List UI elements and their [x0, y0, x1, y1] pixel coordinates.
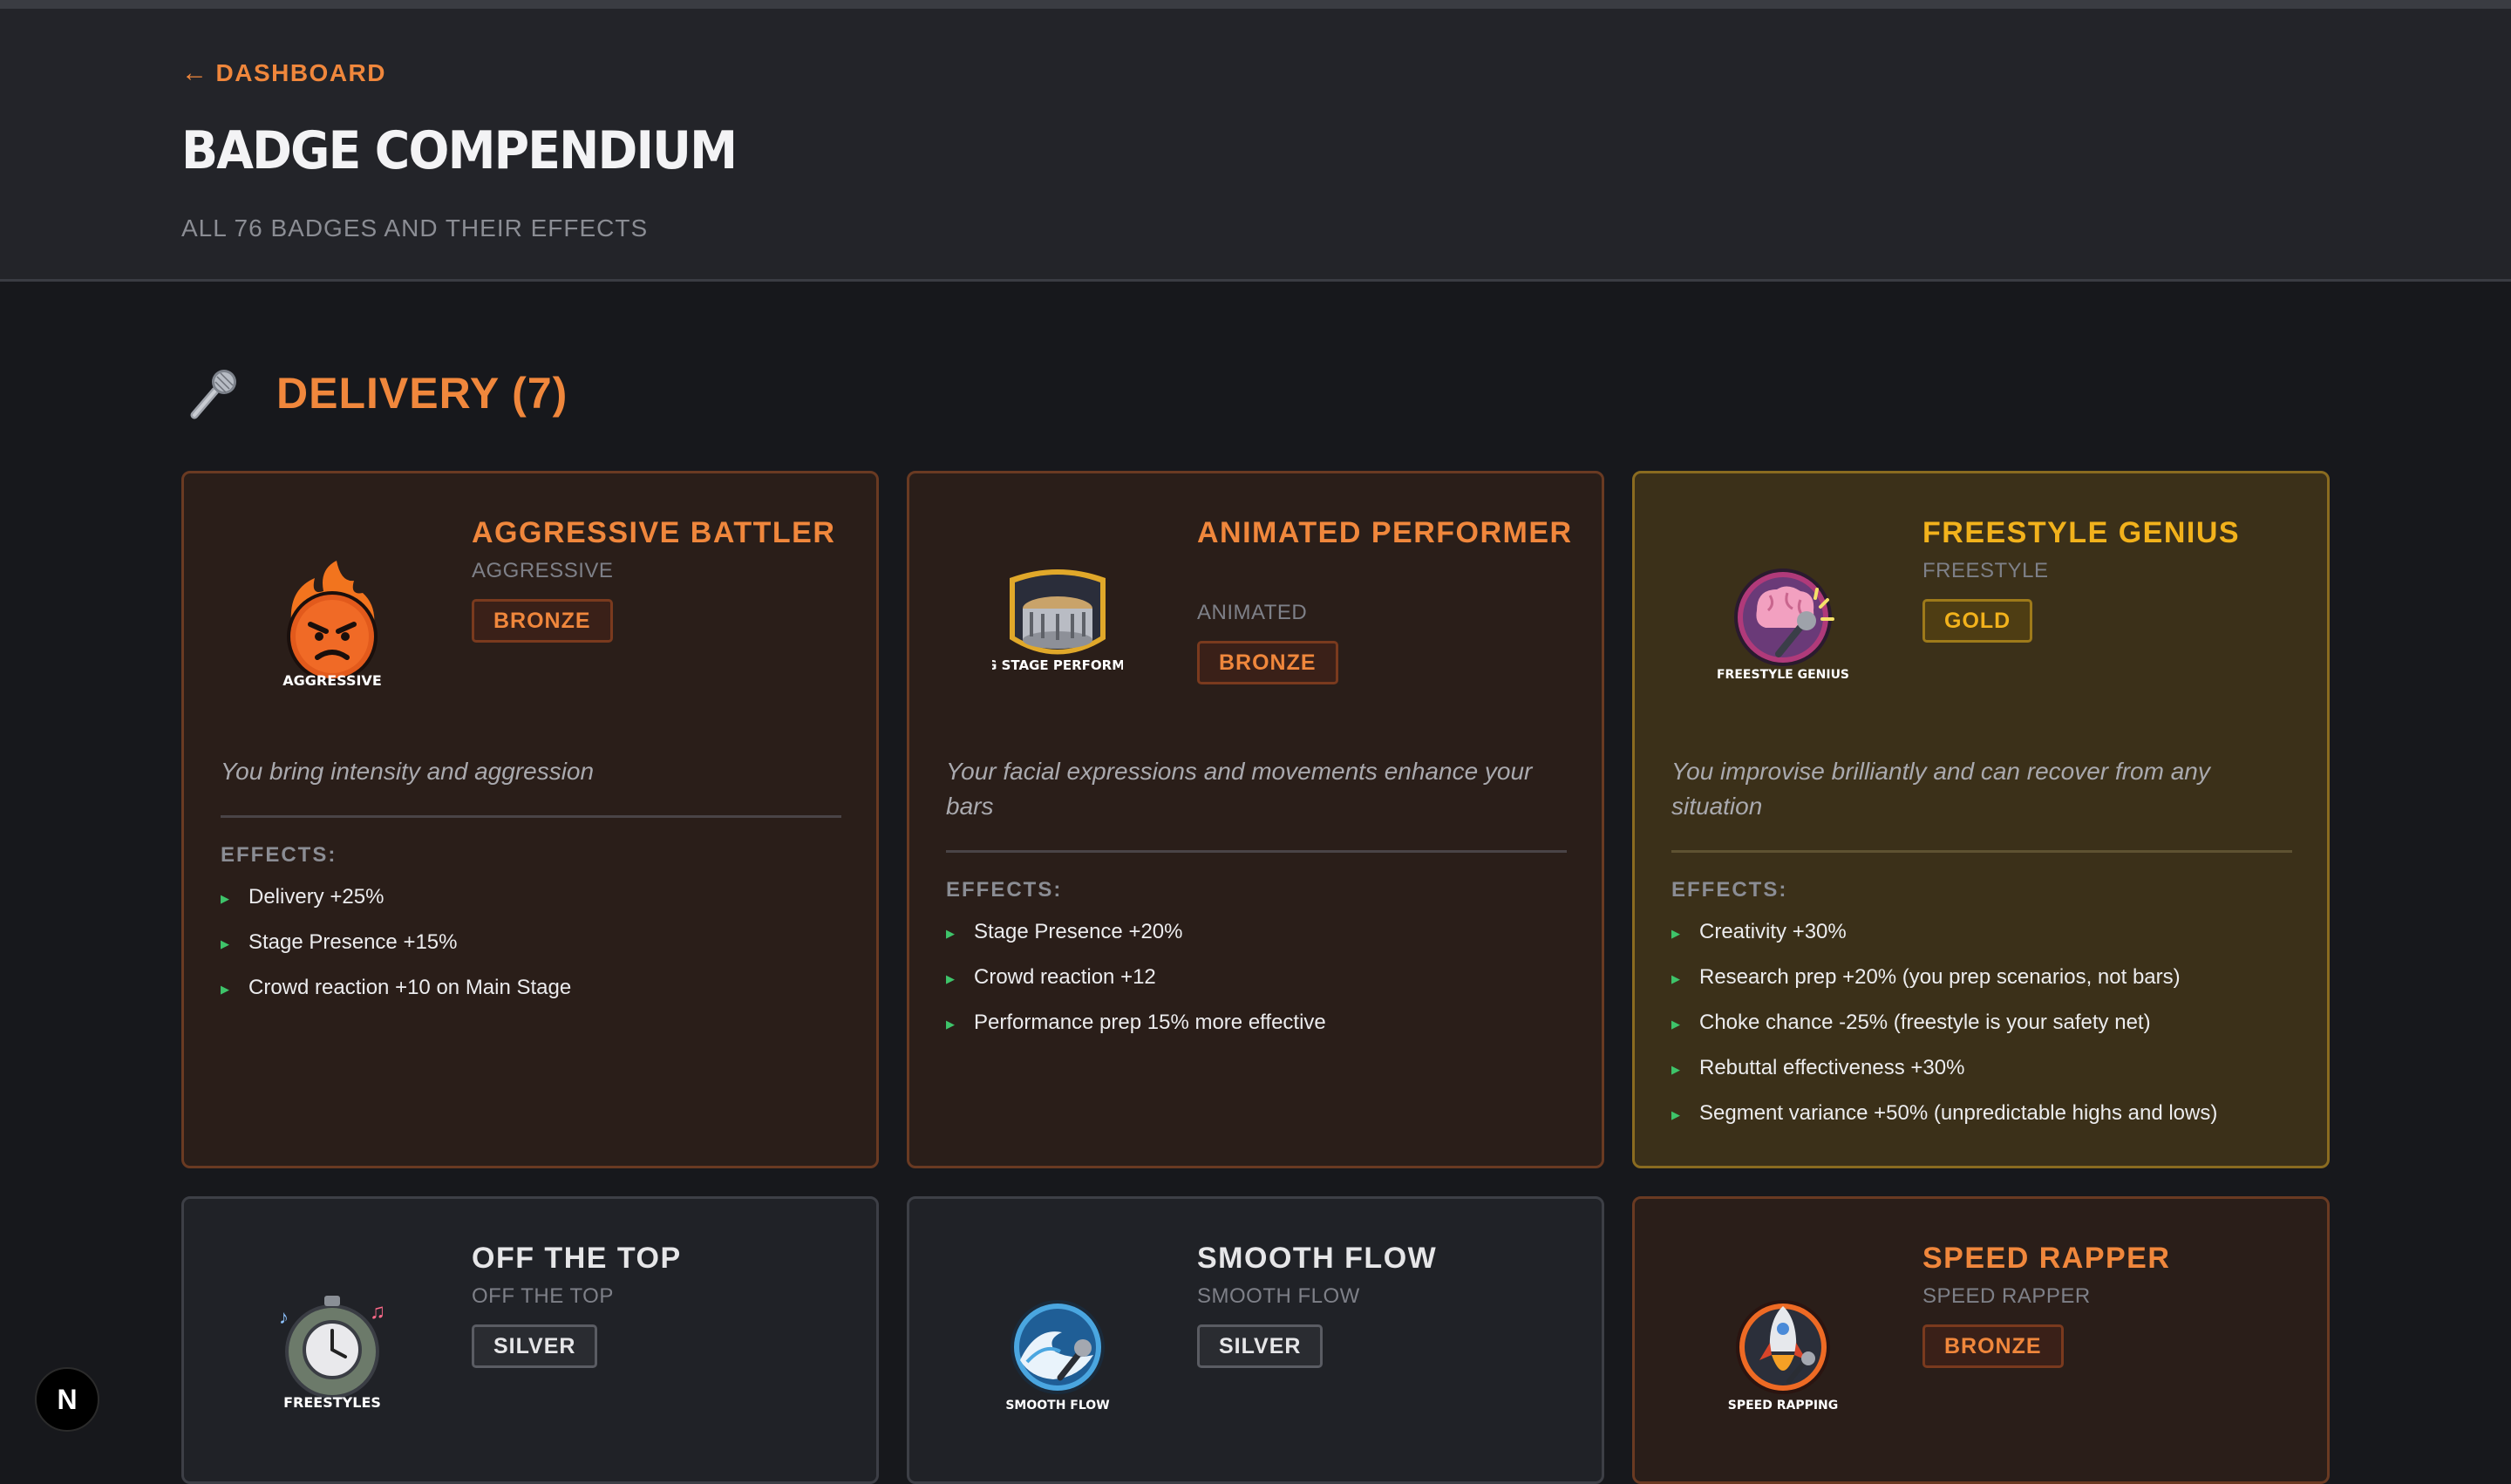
tier-badge: GOLD — [1922, 599, 2033, 643]
icon-caption: AGGRESSIVE — [282, 672, 382, 687]
icon-caption: FREESTYLE GENIUS — [1718, 668, 1848, 682]
bullet-triangle-icon: ▶ — [946, 1018, 955, 1031]
effect-item: ▶ Creativity +30% — [1671, 920, 1847, 943]
tier-badge: BRONZE — [1197, 641, 1338, 684]
effects-list: ▶ Stage Presence +20% ▶ Crowd reaction +12… — [946, 920, 1326, 1056]
svg-text:♪: ♪ — [279, 1306, 289, 1328]
back-label: DASHBOARD — [215, 59, 386, 86]
badge-name: ANIMATED PERFORMER — [1197, 516, 1573, 549]
bullet-triangle-icon: ▶ — [221, 983, 229, 996]
dev-tools-badge[interactable]: N — [35, 1367, 99, 1432]
section-title: DELIVERY (7) — [276, 369, 568, 418]
badge-key: SPEED RAPPER — [1922, 1284, 2091, 1308]
page-title: BADGE COMPENDIUM — [181, 120, 738, 181]
tier-badge: SILVER — [1197, 1324, 1324, 1368]
bullet-triangle-icon: ▶ — [946, 972, 955, 985]
svg-text:♫: ♫ — [370, 1300, 385, 1324]
badge-card-freestyle-genius[interactable]: FREESTYLE GENIUS FREESTYLE GENIUS FREEST… — [1632, 471, 2330, 1168]
tier-badge: SILVER — [472, 1324, 598, 1368]
bullet-triangle-icon: ▶ — [1671, 1018, 1680, 1031]
icon-caption: FREESTYLES — [283, 1394, 381, 1411]
microphone-icon — [190, 370, 236, 419]
effect-item: ▶ Stage Presence +20% — [946, 920, 1183, 943]
effect-item: ▶ Rebuttal effectiveness +30% — [1671, 1056, 1965, 1079]
badge-key: ANIMATED — [1197, 601, 1308, 624]
effects-label: EFFECTS: — [1671, 878, 1788, 902]
brain-microphone-icon: FREESTYLE GENIUS — [1718, 568, 1848, 682]
badge-description: You bring intensity and aggression — [221, 758, 595, 785]
effects-label: EFFECTS: — [221, 843, 337, 867]
bullet-triangle-icon: ▶ — [221, 892, 229, 905]
badge-key: AGGRESSIVE — [472, 559, 614, 582]
badge-name: FREESTYLE GENIUS — [1922, 516, 2241, 549]
bullet-triangle-icon: ▶ — [946, 927, 955, 940]
divider — [221, 815, 841, 818]
icon-caption: BIG STAGE PERFORMER — [992, 657, 1123, 673]
badge-name: AGGRESSIVE BATTLER — [472, 516, 836, 549]
tier-badge: BRONZE — [472, 599, 613, 643]
effect-item: ▶ Choke chance -25% (freestyle is your sa… — [1671, 1011, 2151, 1034]
badge-key: OFF THE TOP — [472, 1284, 614, 1308]
badge-card-aggressive-battler[interactable]: AGGRESSIVE AGGRESSIVE BATTLER AGGRESSIVE… — [181, 471, 879, 1168]
effect-item: ▶ Stage Presence +15% — [221, 930, 458, 954]
divider — [946, 850, 1567, 853]
bullet-triangle-icon: ▶ — [1671, 927, 1680, 940]
bullet-triangle-icon: ▶ — [221, 937, 229, 950]
divider — [1671, 850, 2292, 853]
effects-list: ▶ Creativity +30% ▶ Research prep +20% (yo… — [1671, 920, 2217, 1147]
rocket-microphone-icon: SPEED RAPPING — [1728, 1300, 1839, 1413]
angry-fire-face-icon: AGGRESSIVE — [282, 561, 382, 687]
page-header: ← DASHBOARD BADGE COMPENDIUM ALL 76 BADG… — [0, 9, 2511, 282]
wave-microphone-icon: SMOOTH FLOW — [1005, 1300, 1110, 1413]
effect-item: ▶ Performance prep 15% more effective — [946, 1011, 1326, 1034]
badge-card-animated-performer[interactable]: BIG STAGE PERFORMER ANIMATED PERFORMER A… — [907, 471, 1604, 1168]
badge-name: OFF THE TOP — [472, 1242, 682, 1275]
badge-key: SMOOTH FLOW — [1197, 1284, 1360, 1308]
section-header-delivery: DELIVERY (7) — [187, 366, 568, 420]
icon-caption: SMOOTH FLOW — [1005, 1399, 1109, 1413]
badge-card-smooth-flow[interactable]: SMOOTH FLOW SMOOTH FLOW SMOOTH FLOW SILV… — [907, 1196, 1604, 1484]
badge-card-speed-rapper[interactable]: SPEED RAPPING SPEED RAPPER SPEED RAPPER … — [1632, 1196, 2330, 1484]
badge-description: Your facial expressions and movements en… — [946, 758, 1533, 820]
stopwatch-icon: ♪ ♫ FREESTYLES — [279, 1296, 385, 1411]
effects-label: EFFECTS: — [946, 878, 1063, 902]
back-to-dashboard-link[interactable]: ← DASHBOARD — [181, 58, 386, 88]
stage-arena-icon: BIG STAGE PERFORMER — [992, 569, 1123, 673]
effect-item: ▶ Crowd reaction +10 on Main Stage — [221, 976, 572, 999]
bullet-triangle-icon: ▶ — [1671, 1108, 1680, 1121]
effect-item: ▶ Delivery +25% — [221, 885, 384, 909]
effect-item: ▶ Research prep +20% (you prep scenarios,… — [1671, 965, 2181, 989]
icon-caption: SPEED RAPPING — [1728, 1399, 1839, 1413]
arrow-left-icon: ← — [181, 58, 209, 87]
top-border — [0, 0, 2511, 9]
page-subtitle: ALL 76 BADGES AND THEIR EFFECTS — [181, 214, 649, 242]
effect-item: ▶ Crowd reaction +12 — [946, 965, 1156, 989]
badge-key: FREESTYLE — [1922, 559, 2049, 582]
tier-badge: BRONZE — [1922, 1324, 2064, 1368]
effect-item: ▶ Segment variance +50% (unpredictable hi… — [1671, 1101, 2218, 1125]
badge-card-off-the-top[interactable]: ♪ ♫ FREESTYLES OFF THE TOP OFF THE TOP S… — [181, 1196, 879, 1484]
bullet-triangle-icon: ▶ — [1671, 972, 1680, 985]
bullet-triangle-icon: ▶ — [1671, 1063, 1680, 1076]
badge-name: SMOOTH FLOW — [1197, 1242, 1438, 1275]
badge-description: You improvise brilliantly and can recove… — [1671, 758, 2210, 820]
badge-name: SPEED RAPPER — [1922, 1242, 2171, 1275]
effects-list: ▶ Delivery +25% ▶ Stage Presence +15% ▶ Cro… — [221, 885, 571, 1021]
